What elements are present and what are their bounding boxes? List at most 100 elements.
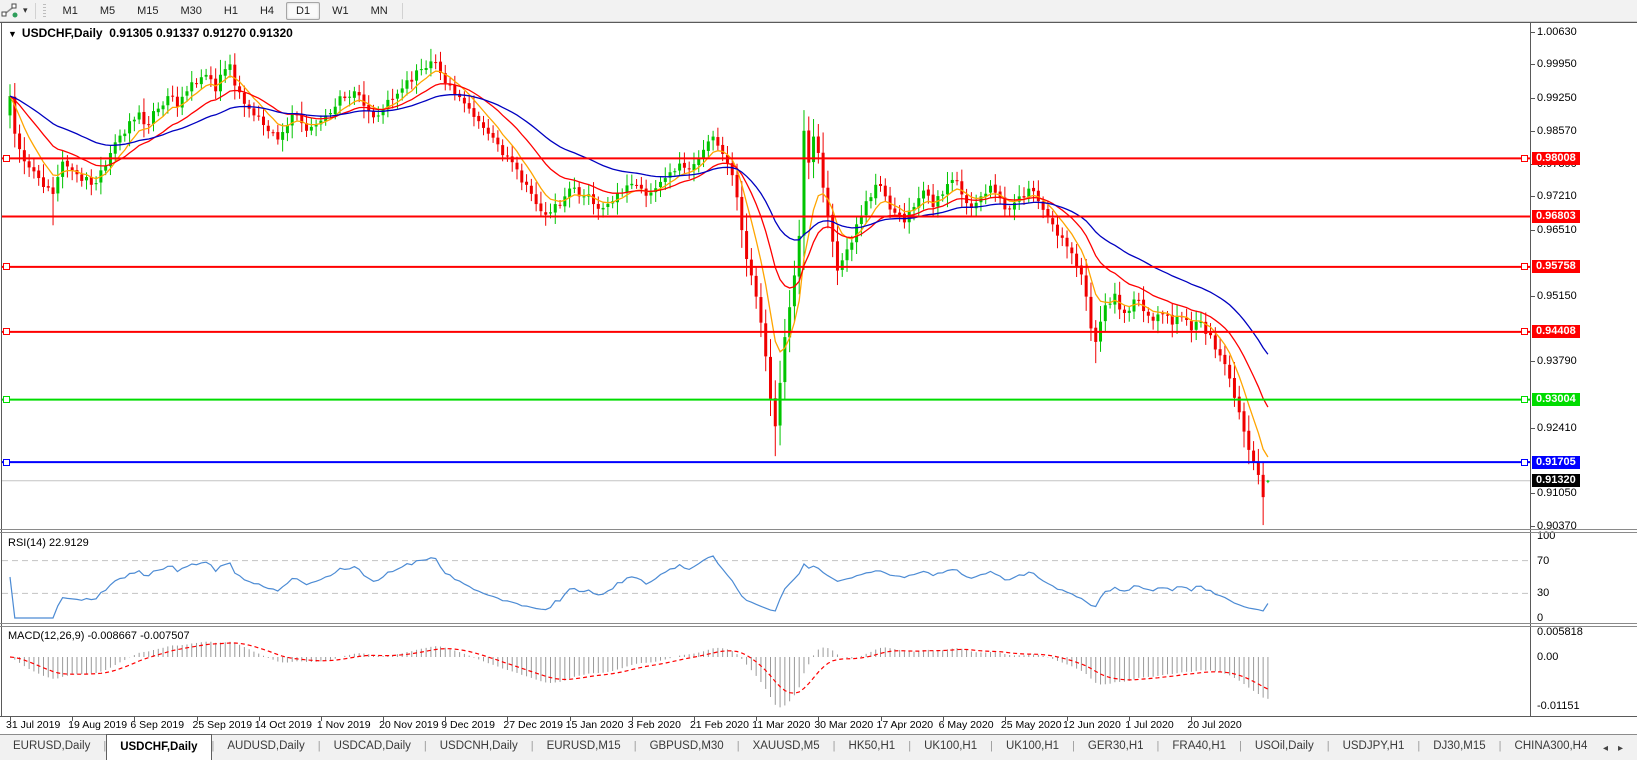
tab-scroll-left-icon[interactable]: ◂ xyxy=(1603,743,1608,754)
chart-tab-usdcad-daily[interactable]: USDCAD,Daily xyxy=(321,735,424,760)
hline-price-label[interactable]: 0.95758 xyxy=(1532,260,1580,274)
price-chart-canvas[interactable] xyxy=(0,0,1637,760)
hline-handle[interactable] xyxy=(1521,458,1528,466)
date-axis-label: 30 Mar 2020 xyxy=(814,719,874,731)
chart-tab-usoil-daily[interactable]: USOil,Daily xyxy=(1242,735,1327,760)
timeframe-button-h1[interactable]: H1 xyxy=(214,2,248,20)
candlestick-series xyxy=(8,48,1270,526)
date-axis-label: 1 Nov 2019 xyxy=(316,719,371,731)
hline-handle[interactable] xyxy=(3,328,10,336)
chart-tab-bar: EURUSD,Daily | USDCHF,Daily | AUDUSD,Daily | U… xyxy=(0,734,1637,760)
macd-axis-label: -0.01151 xyxy=(1537,700,1580,713)
hline-price-label[interactable]: 0.96803 xyxy=(1532,209,1580,223)
date-axis-label: 9 Dec 2019 xyxy=(441,719,495,731)
chart-frame-top-border xyxy=(0,22,1637,23)
tool-dropdown-caret-icon[interactable]: ▾ xyxy=(23,5,28,16)
chart-frame-bottom-border xyxy=(0,716,1637,717)
hline-price-label[interactable]: 0.94408 xyxy=(1532,325,1580,339)
macd-indicator-label: MACD(12,26,9) -0.008667 -0.007507 xyxy=(8,630,190,642)
date-axis-label: 17 Apr 2020 xyxy=(876,719,934,731)
hline-handle[interactable] xyxy=(1521,396,1528,404)
date-axis-label: 14 Oct 2019 xyxy=(254,719,312,731)
date-axis-label: 25 Sep 2019 xyxy=(192,719,253,731)
toolbar-separator xyxy=(401,2,403,19)
chart-tab-ger30-h1[interactable]: GER30,H1 xyxy=(1075,735,1157,760)
price-axis-label: 0.97210 xyxy=(1537,190,1577,203)
timeframe-button-m5[interactable]: M5 xyxy=(90,2,125,20)
date-axis-label: 31 Jul 2019 xyxy=(6,719,61,731)
chart-tab-usdchf-daily[interactable]: USDCHF,Daily xyxy=(106,734,212,760)
date-axis-label: 6 Sep 2019 xyxy=(130,719,185,731)
date-axis-label: 11 Mar 2020 xyxy=(752,719,811,731)
hline-price-label[interactable]: 0.98008 xyxy=(1532,151,1580,165)
hline-handle[interactable] xyxy=(3,458,10,466)
pane-separator[interactable] xyxy=(0,623,1637,624)
price-axis-label: 0.91050 xyxy=(1537,487,1577,500)
chart-tab-uk100-h1[interactable]: UK100,H1 xyxy=(993,735,1072,760)
current-price-label: 0.91320 xyxy=(1532,474,1580,488)
date-axis-label: 15 Jan 2020 xyxy=(565,719,624,731)
chart-tab-xauusd-m5[interactable]: XAUUSD,M5 xyxy=(740,735,833,760)
chart-tab-audusd-daily[interactable]: AUDUSD,Daily xyxy=(214,735,317,760)
rsi-axis-label: 70 xyxy=(1537,554,1550,567)
chart-tab-gbpusd-m30[interactable]: GBPUSD,M30 xyxy=(637,735,737,760)
chart-tab-fra40-h1[interactable]: FRA40,H1 xyxy=(1159,735,1239,760)
hline-handle[interactable] xyxy=(1521,263,1528,271)
timeframe-button-m15[interactable]: M15 xyxy=(127,2,168,20)
macd-signal-line xyxy=(9,642,1269,694)
hline-price-label[interactable]: 0.91705 xyxy=(1532,455,1580,469)
pane-separator[interactable] xyxy=(0,532,1637,533)
price-axis-separator xyxy=(1530,22,1531,717)
price-axis-label: 0.96510 xyxy=(1537,224,1577,237)
date-axis-label: 3 Feb 2020 xyxy=(627,719,681,731)
date-axis-label: 1 Jul 2020 xyxy=(1125,719,1174,731)
ohlc-values: 0.91305 0.91337 0.91270 0.91320 xyxy=(109,26,293,40)
date-axis-label: 27 Dec 2019 xyxy=(503,719,563,731)
price-axis-label: 0.92410 xyxy=(1537,421,1577,434)
timeframe-button-d1[interactable]: D1 xyxy=(286,1,321,20)
timeframe-button-w1[interactable]: W1 xyxy=(322,2,359,20)
chart-tab-dj30-m15[interactable]: DJ30,M15 xyxy=(1420,735,1498,760)
timeframe-button-m1[interactable]: M1 xyxy=(53,2,88,20)
chart-tab-uk100-h1[interactable]: UK100,H1 xyxy=(911,735,990,760)
trendline-tool-icon[interactable] xyxy=(0,3,21,18)
timeframe-toolbar: ▾ M1 M5 M15 M30 H1 H4 D1 W1 MN xyxy=(0,0,1637,22)
date-axis-label: 21 Feb 2020 xyxy=(689,719,749,731)
chart-frame-left-border xyxy=(1,22,2,717)
toolbar-grip-handle[interactable] xyxy=(42,3,46,18)
hline-handle[interactable] xyxy=(3,263,10,271)
timeframe-button-m30[interactable]: M30 xyxy=(171,2,212,20)
price-axis-label: 0.99950 xyxy=(1537,58,1577,71)
date-axis-label: 20 Jul 2020 xyxy=(1187,719,1242,731)
price-axis-label: 0.99250 xyxy=(1537,92,1577,105)
chart-tab-eurusd-m15[interactable]: EURUSD,M15 xyxy=(534,735,634,760)
hline-handle[interactable] xyxy=(1521,154,1528,162)
hline-handle[interactable] xyxy=(1521,328,1528,336)
date-axis-label: 19 Aug 2019 xyxy=(68,719,128,731)
chart-tab-hk50-h1[interactable]: HK50,H1 xyxy=(836,735,909,760)
macd-histogram xyxy=(14,641,1269,708)
rsi-indicator-label: RSI(14) 22.9129 xyxy=(8,537,89,549)
hline-price-label[interactable]: 0.93004 xyxy=(1532,393,1580,407)
chart-tab-usdjpy-h1[interactable]: USDJPY,H1 xyxy=(1330,735,1418,760)
pane-separator[interactable] xyxy=(0,626,1637,627)
chart-tab-usdcnh-daily[interactable]: USDCNH,Daily xyxy=(427,735,531,760)
hline-handle[interactable] xyxy=(3,396,10,404)
date-axis-label: 12 Jun 2020 xyxy=(1063,719,1121,731)
rsi-axis-label: 30 xyxy=(1537,587,1550,600)
toolbar-separator xyxy=(34,2,36,19)
macd-axis-label: 0.005818 xyxy=(1537,625,1583,638)
chart-tab-eurusd-daily[interactable]: EURUSD,Daily xyxy=(0,735,103,760)
timeframe-button-mn[interactable]: MN xyxy=(361,2,398,20)
price-axis-label: 0.98570 xyxy=(1537,124,1577,137)
macd-axis-label: 0.00 xyxy=(1537,651,1559,663)
timeframe-button-h4[interactable]: H4 xyxy=(250,2,284,20)
pane-separator[interactable] xyxy=(0,529,1637,530)
hline-handle[interactable] xyxy=(3,154,10,162)
symbol-name: USDCHF,Daily xyxy=(21,26,103,40)
chart-tab-china300-h4[interactable]: CHINA300,H4 xyxy=(1502,735,1601,760)
collapse-chart-icon[interactable]: ▼ xyxy=(8,29,17,39)
tab-scroll-right-icon[interactable]: ▸ xyxy=(1618,743,1623,754)
trading-terminal-window: ▾ M1 M5 M15 M30 H1 H4 D1 W1 MN ▼ USDCHF,Daily 0.9… xyxy=(0,0,1637,760)
date-axis-label: 25 May 2020 xyxy=(1000,719,1062,731)
